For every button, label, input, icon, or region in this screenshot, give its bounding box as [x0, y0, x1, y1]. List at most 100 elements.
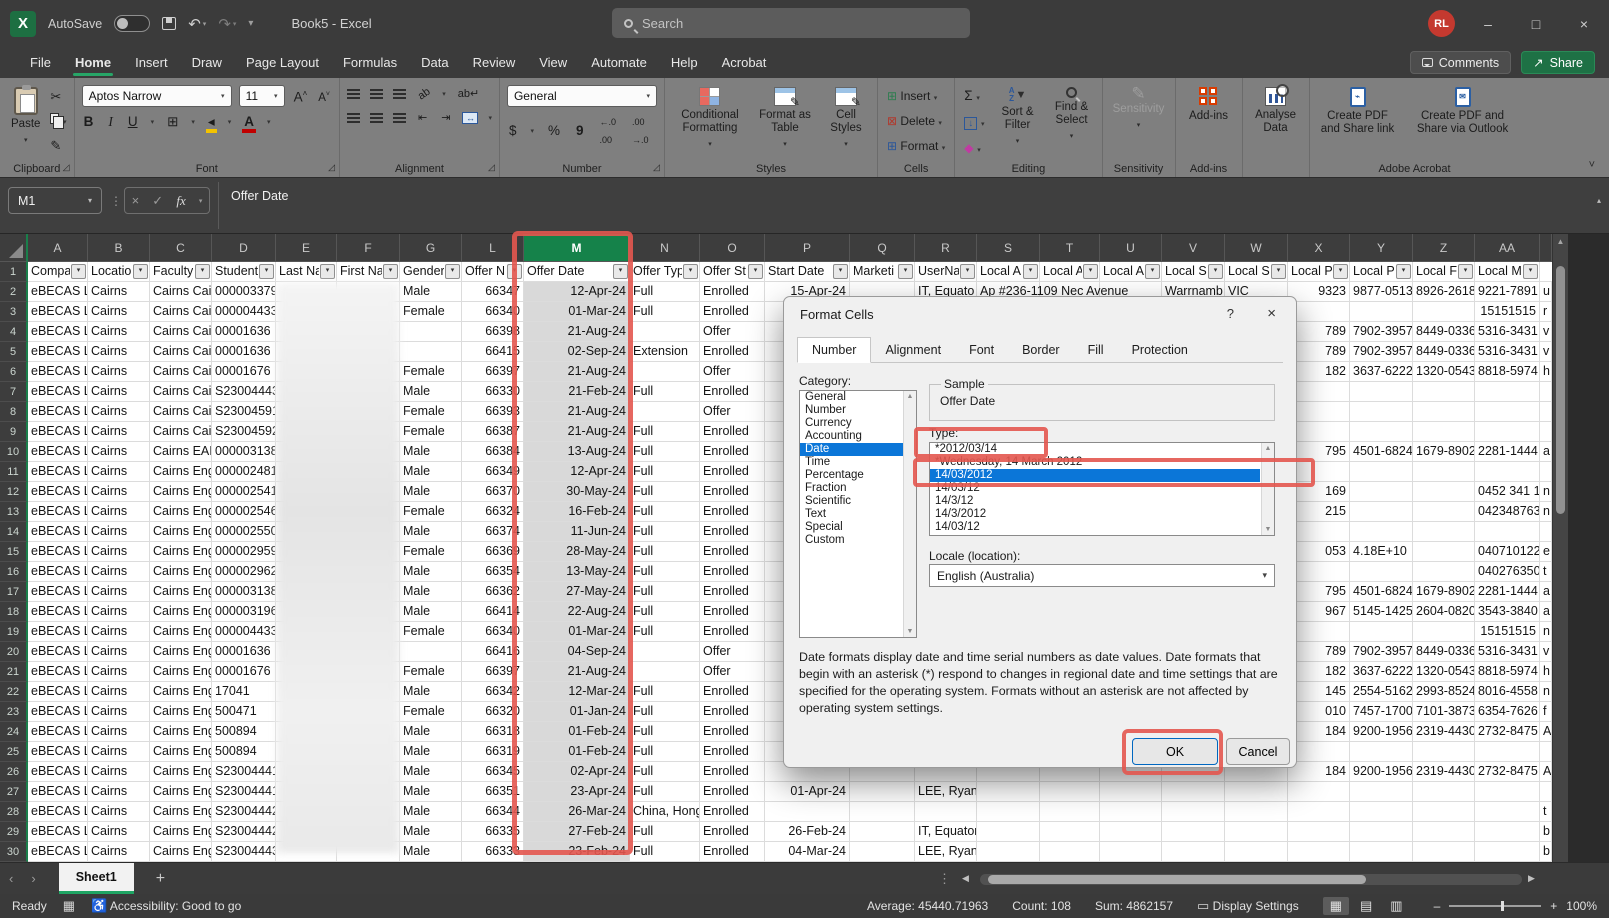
row-header-16[interactable]: 16: [0, 562, 28, 582]
grid-cell[interactable]: Enrolled: [700, 562, 765, 582]
grid-cell[interactable]: Cairns: [88, 742, 150, 762]
grid-cell[interactable]: Cairns: [88, 302, 150, 322]
zoom-in-button[interactable]: +: [1550, 899, 1557, 913]
filter-button[interactable]: ▾: [320, 264, 335, 279]
grid-cell[interactable]: Cairns: [88, 682, 150, 702]
type-scrollbar[interactable]: ▲▼: [1261, 443, 1274, 535]
grid-cell[interactable]: Cairns: [88, 702, 150, 722]
grid-cell[interactable]: Cairns: [88, 762, 150, 782]
grid-cell[interactable]: 795: [1288, 582, 1350, 602]
analyse-data-button[interactable]: Analyse Data: [1250, 85, 1302, 137]
grid-cell[interactable]: [1350, 562, 1413, 582]
filter-button[interactable]: ▾: [1333, 264, 1348, 279]
column-header-AA[interactable]: AA: [1475, 234, 1540, 262]
grid-cell[interactable]: Offer: [700, 362, 765, 382]
formula-input[interactable]: Offer Date: [218, 182, 1583, 229]
grid-cell[interactable]: Full: [630, 742, 700, 762]
grid-cell[interactable]: Cairns EAI: [150, 442, 212, 462]
grid-cell[interactable]: eBECAS La: [28, 622, 88, 642]
grid-cell[interactable]: Full: [630, 722, 700, 742]
header-cell-G[interactable]: Gender▾: [400, 262, 462, 282]
grid-cell[interactable]: 2604-0820: [1413, 602, 1475, 622]
column-header-V[interactable]: V: [1162, 234, 1225, 262]
grid-cell[interactable]: [1413, 382, 1475, 402]
name-box[interactable]: M1▾: [8, 187, 102, 214]
grid-cell[interactable]: 967: [1288, 602, 1350, 622]
avatar[interactable]: RL: [1428, 10, 1455, 37]
row-header-10[interactable]: 10: [0, 442, 28, 462]
filter-button[interactable]: ▾: [1083, 264, 1098, 279]
grid-cell[interactable]: [1162, 822, 1225, 842]
type-item[interactable]: 14/03/2012: [930, 469, 1260, 482]
close-button[interactable]: ×: [1569, 16, 1599, 32]
grid-cell[interactable]: 5316-3431: [1475, 322, 1540, 342]
row-header-6[interactable]: 6: [0, 362, 28, 382]
save-icon[interactable]: [162, 17, 176, 30]
grid-cell[interactable]: [630, 362, 700, 382]
grid-cell[interactable]: Cairns: [88, 502, 150, 522]
grid-cell[interactable]: [1100, 842, 1162, 862]
grid-cell[interactable]: [850, 802, 915, 822]
grid-cell[interactable]: [1288, 782, 1350, 802]
grid-cell[interactable]: Enrolled: [700, 762, 765, 782]
grid-cell[interactable]: Cairns: [88, 382, 150, 402]
grid-cell[interactable]: Full: [630, 562, 700, 582]
grid-cell[interactable]: eBECAS La: [28, 802, 88, 822]
grid-cell[interactable]: h: [1540, 362, 1552, 382]
grid-cell[interactable]: Full: [630, 482, 700, 502]
fill-color-button[interactable]: ◂: [206, 113, 217, 131]
column-header-Z[interactable]: Z: [1413, 234, 1475, 262]
grid-cell[interactable]: eBECAS La: [28, 682, 88, 702]
grid-cell[interactable]: 1320-0543: [1413, 362, 1475, 382]
grid-cell[interactable]: Full: [630, 822, 700, 842]
grid-cell[interactable]: [1350, 622, 1413, 642]
grid-cell[interactable]: [1040, 822, 1100, 842]
menu-tab-data[interactable]: Data: [409, 47, 460, 78]
alignment-dialog-launcher[interactable]: ◿: [488, 162, 495, 173]
filter-button[interactable]: ▾: [960, 264, 975, 279]
row-header-19[interactable]: 19: [0, 622, 28, 642]
filter-button[interactable]: ▾: [1023, 264, 1038, 279]
grid-cell[interactable]: [1350, 502, 1413, 522]
grid-cell[interactable]: Offer: [700, 642, 765, 662]
grid-cell[interactable]: Male: [400, 742, 462, 762]
grid-cell[interactable]: eBECAS La: [28, 382, 88, 402]
grid-cell[interactable]: 12-Apr-24: [524, 462, 630, 482]
filter-button[interactable]: ▾: [748, 264, 763, 279]
grid-cell[interactable]: 00001636: [212, 642, 276, 662]
grid-cell[interactable]: [1162, 782, 1225, 802]
row-header-30[interactable]: 30: [0, 842, 28, 862]
row-header-9[interactable]: 9: [0, 422, 28, 442]
grid-cell[interactable]: Enrolled: [700, 462, 765, 482]
grid-cell[interactable]: [1100, 802, 1162, 822]
grid-cell[interactable]: [1413, 782, 1475, 802]
row-header-11[interactable]: 11: [0, 462, 28, 482]
grid-cell[interactable]: Cairns: [88, 442, 150, 462]
grid-cell[interactable]: [915, 802, 977, 822]
grid-cell[interactable]: 040710122: [1475, 542, 1540, 562]
clear-button[interactable]: ◆ ▾: [962, 139, 986, 160]
grid-cell[interactable]: [1288, 302, 1350, 322]
number-format-combo[interactable]: General▾: [507, 85, 657, 107]
dialog-close-icon[interactable]: ×: [1267, 305, 1276, 322]
grid-cell[interactable]: Male: [400, 762, 462, 782]
filter-button[interactable]: ▾: [133, 264, 148, 279]
grid-cell[interactable]: 7902-3957: [1350, 322, 1413, 342]
grid-cell[interactable]: [1413, 822, 1475, 842]
column-header-B[interactable]: B: [88, 234, 150, 262]
grid-cell[interactable]: eBECAS La: [28, 722, 88, 742]
filter-button[interactable]: ▾: [445, 264, 460, 279]
grid-cell[interactable]: 28-May-24: [524, 542, 630, 562]
confirm-entry-button[interactable]: ✓: [152, 193, 163, 209]
grid-cell[interactable]: n: [1540, 502, 1552, 522]
grid-cell[interactable]: IT, Equator: [915, 822, 977, 842]
grid-cell[interactable]: 184: [1288, 722, 1350, 742]
grid-cell[interactable]: b: [1540, 842, 1552, 862]
grid-cell[interactable]: 8818-5974: [1475, 662, 1540, 682]
grid-cell[interactable]: 1679-8902: [1413, 582, 1475, 602]
cut-button[interactable]: ✂: [50, 89, 66, 104]
grid-cell[interactable]: Female: [400, 702, 462, 722]
grid-cell[interactable]: Male: [400, 382, 462, 402]
grid-cell[interactable]: 8449-0336: [1413, 322, 1475, 342]
column-header-A[interactable]: A: [28, 234, 88, 262]
